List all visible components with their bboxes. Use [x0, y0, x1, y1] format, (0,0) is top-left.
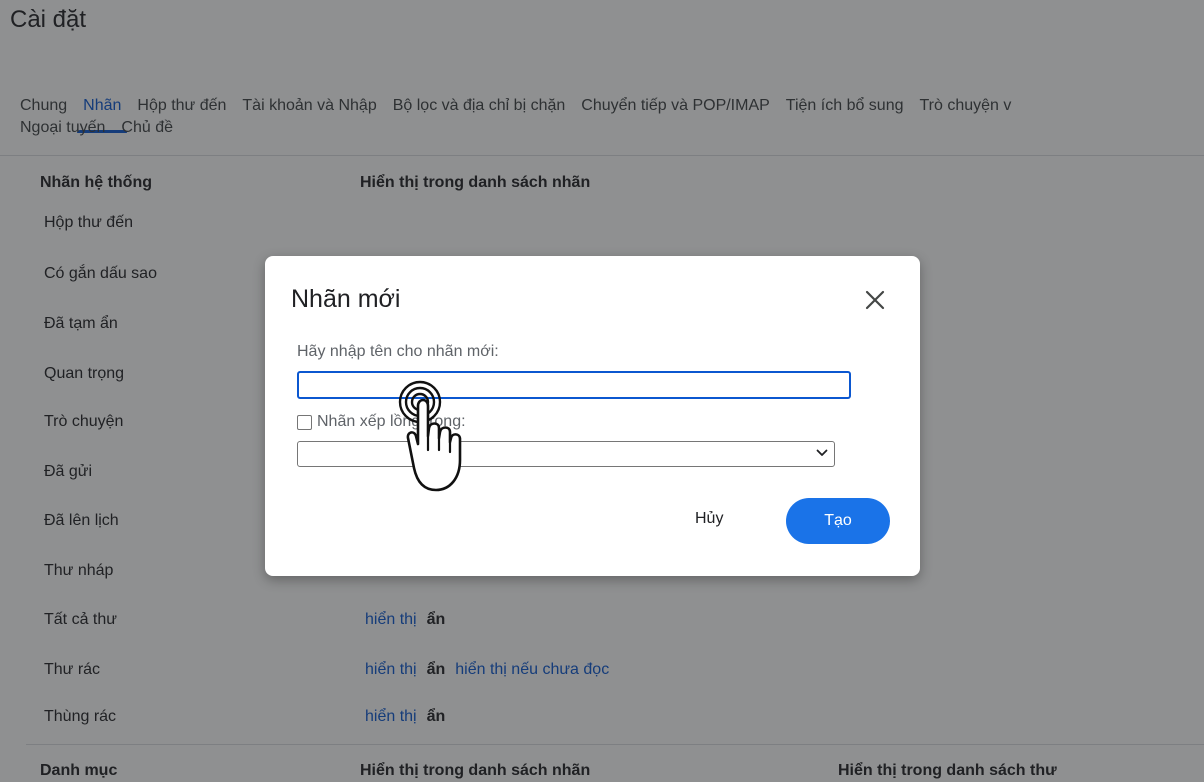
close-icon[interactable] [861, 286, 889, 314]
nest-label-text: Nhãn xếp lồng trong: [317, 413, 466, 430]
new-label-name-label: Hãy nhập tên cho nhãn mới: [297, 343, 499, 360]
chevron-down-icon [816, 449, 828, 456]
settings-page: Cài đặt Chung Nhãn Hộp thư đến Tài khoản… [0, 0, 1204, 782]
parent-label-select[interactable] [297, 441, 835, 467]
cancel-button[interactable]: Hủy [695, 510, 723, 528]
create-button[interactable]: Tạo [786, 498, 890, 544]
new-label-dialog: Nhãn mới Hãy nhập tên cho nhãn mới: Nhãn… [265, 256, 920, 576]
dialog-title: Nhãn mới [291, 285, 401, 313]
nest-label-checkbox[interactable] [297, 414, 312, 430]
new-label-name-input[interactable] [297, 371, 851, 399]
nest-label-row: Nhãn xếp lồng trong: [297, 413, 466, 431]
